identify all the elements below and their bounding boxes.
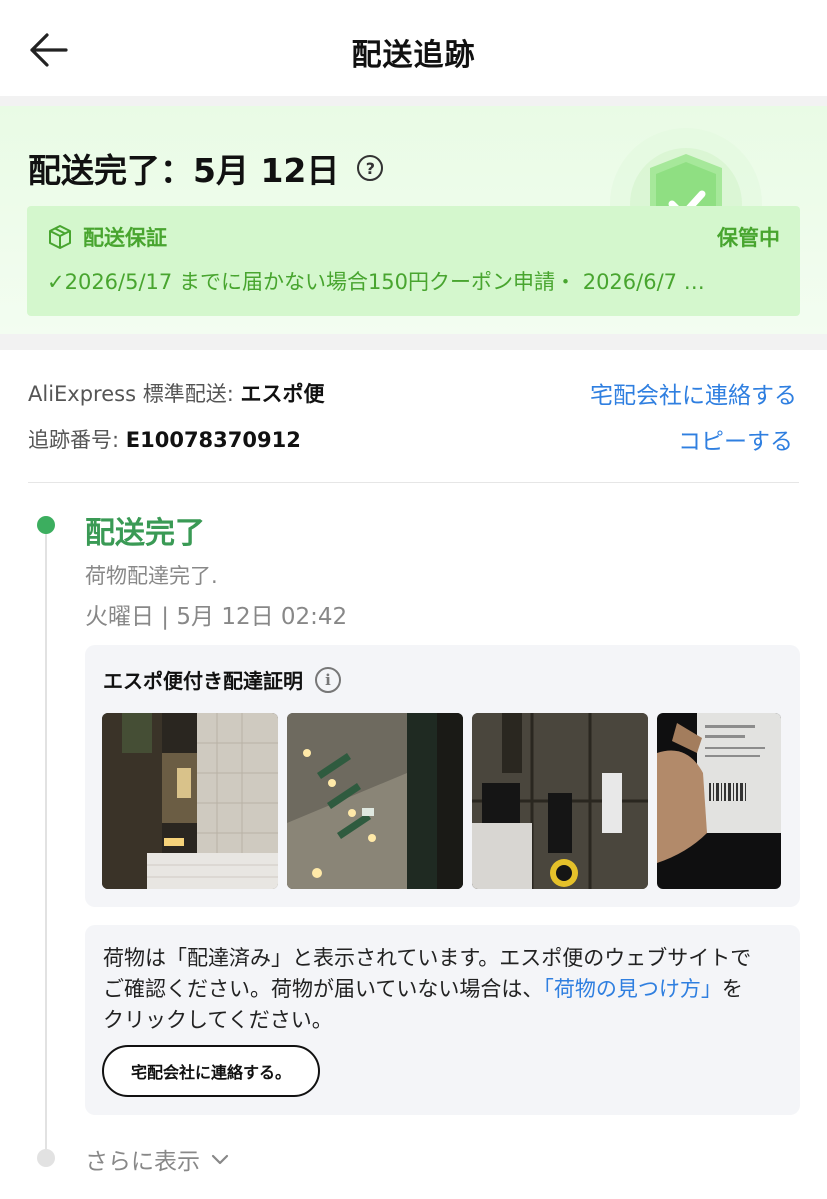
guarantee-title-text: 配送保証 [83, 226, 167, 250]
tracking-number-label: 追跡番号: [28, 428, 126, 452]
copy-tracking-link[interactable]: コピーする [678, 422, 793, 456]
question-circle-icon[interactable]: ? [357, 155, 384, 181]
delivery-photo-4[interactable] [657, 713, 781, 889]
proof-of-delivery-box: エスポ便付き配達証明 i [85, 645, 800, 907]
carrier-service-label: AliExpress 標準配送: [28, 382, 241, 406]
tracking-number: 追跡番号: E10078370912 [28, 424, 301, 454]
carrier-service-name: エスポ便 [240, 382, 325, 406]
guarantee-title: 配送保証 [47, 222, 167, 252]
info-circle-icon[interactable]: i [315, 666, 341, 693]
event-time: 火曜日 | 5月 12日 02:42 [85, 604, 348, 630]
delivery-status-headline: 配送完了：5月 12日 ? [28, 144, 384, 192]
contact-carrier-button[interactable]: 宅配会社に連絡する。 [102, 1045, 320, 1097]
package-box-icon [49, 225, 71, 249]
page-title: 配送追跡 [351, 38, 476, 73]
section-separator [0, 96, 827, 106]
tracking-number-value: E10078370912 [125, 428, 301, 452]
delivery-notice-box: 荷物は「配達済み」と表示されています。エスポ便のウェブサイトでご確認ください。荷… [85, 925, 800, 1115]
proof-title: エスポ便付き配達証明 i [103, 665, 341, 694]
proof-title-text: エスポ便付き配達証明 [103, 669, 303, 693]
delivery-status-text: 配送完了：5月 12日 [28, 151, 340, 190]
divider [28, 482, 799, 483]
section-separator [0, 334, 827, 350]
event-title: 配送完了 [85, 516, 205, 551]
notice-text: 荷物は「配達済み」と表示されています。エスポ便のウェブサイトでご確認ください。荷… [103, 943, 760, 1036]
contact-carrier-link[interactable]: 宅配会社に連絡する [590, 376, 797, 410]
delivery-photo-2[interactable] [287, 713, 463, 889]
proof-photos [102, 713, 781, 889]
timeline-line [45, 525, 47, 1155]
guarantee-description: ✓2026/5/17 までに届かない場合150円クーポン申請・ 2026/6/7… [47, 270, 705, 294]
event-description: 荷物配達完了. [85, 564, 218, 588]
how-to-find-package-link[interactable]: 「荷物の見つけ方」 [543, 977, 722, 1001]
guarantee-status: 保管中 [717, 226, 780, 250]
delivery-status-card: 配送完了：5月 12日 ? 配送保証 保管中 ✓2026/5/17 までに届かな… [0, 106, 827, 334]
carrier-info: AliExpress 標準配送: エスポ便 追跡番号: E10078370912… [0, 350, 827, 480]
top-bar: 配送追跡 [0, 0, 827, 96]
delivery-photo-3[interactable] [472, 713, 648, 889]
show-more-label: さらに表示 [85, 1149, 200, 1175]
show-more-button[interactable]: さらに表示 [85, 1142, 230, 1176]
chevron-down-icon [211, 1154, 229, 1165]
carrier-service: AliExpress 標準配送: エスポ便 [28, 378, 324, 408]
delivery-photo-1[interactable] [102, 713, 278, 889]
timeline-dot-active [37, 516, 55, 534]
timeline-dot-more [37, 1149, 55, 1167]
delivery-guarantee-box[interactable]: 配送保証 保管中 ✓2026/5/17 までに届かない場合150円クーポン申請・… [27, 206, 800, 316]
